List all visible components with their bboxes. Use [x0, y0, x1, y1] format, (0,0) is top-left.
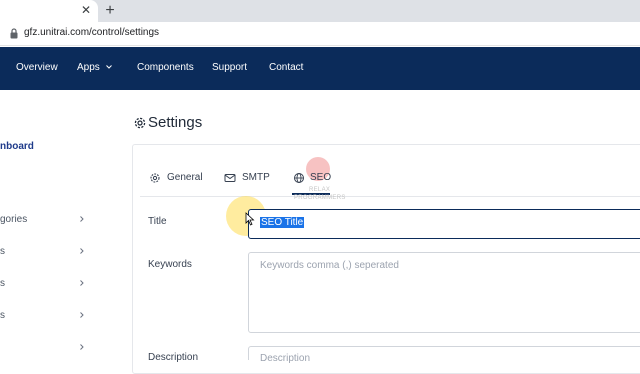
watermark-line1: RELAX — [309, 187, 331, 193]
keywords-placeholder: Keywords comma (,) seperated — [260, 260, 399, 271]
chevron-right-icon[interactable] — [78, 279, 86, 287]
nav-overview[interactable]: Overview — [16, 62, 58, 73]
nav-contact[interactable]: Contact — [269, 62, 303, 73]
mail-icon — [224, 174, 236, 182]
chevron-right-icon[interactable] — [78, 343, 86, 351]
tab-general[interactable]: General — [167, 172, 203, 183]
globe-icon — [294, 173, 304, 183]
browser-tab-strip: ✕ + — [0, 0, 640, 22]
gear-icon — [134, 117, 146, 129]
title-input-value: SEO Title — [260, 217, 305, 228]
tab-seo[interactable]: SEO — [310, 172, 331, 183]
chevron-right-icon[interactable] — [78, 247, 86, 255]
chevron-right-icon[interactable] — [78, 311, 86, 319]
top-navbar: Overview Apps Components Support Contact — [0, 47, 640, 90]
browser-tab[interactable]: ✕ — [0, 0, 98, 22]
sidebar-item[interactable]: s — [0, 246, 5, 257]
new-tab-icon[interactable]: + — [102, 2, 118, 20]
chevron-right-icon[interactable] — [78, 215, 86, 223]
description-placeholder: Description — [260, 353, 311, 364]
tabs-divider — [140, 196, 640, 197]
nav-support[interactable]: Support — [212, 62, 247, 73]
chevron-down-icon[interactable] — [105, 63, 113, 71]
sidebar-item-categories[interactable]: gories — [0, 214, 27, 225]
watermark-line2: PROGRAMMERS — [294, 195, 346, 201]
description-textarea[interactable]: Description — [248, 346, 640, 364]
title-label: Title — [148, 216, 167, 227]
url-text[interactable]: gfz.unitrai.com/control/settings — [24, 27, 159, 38]
page-title: Settings — [148, 114, 203, 131]
nav-apps[interactable]: Apps — [77, 62, 100, 73]
keywords-textarea[interactable]: Keywords comma (,) seperated — [248, 252, 640, 333]
sidebar-item[interactable]: s — [0, 278, 5, 289]
gear-icon — [150, 173, 160, 183]
description-label: Description — [148, 352, 199, 363]
sidebar-item-dashboard[interactable]: nboard — [0, 141, 34, 152]
sidebar-item[interactable]: s — [0, 310, 5, 321]
text-cursor-icon — [245, 212, 255, 226]
tab-smtp[interactable]: SMTP — [242, 172, 270, 183]
nav-components[interactable]: Components — [137, 62, 194, 73]
address-bar[interactable]: gfz.unitrai.com/control/settings — [0, 22, 640, 46]
keywords-label: Keywords — [148, 259, 192, 270]
close-tab-icon[interactable]: ✕ — [79, 3, 93, 17]
lock-icon — [10, 28, 18, 39]
title-input[interactable]: SEO Title — [248, 209, 640, 239]
